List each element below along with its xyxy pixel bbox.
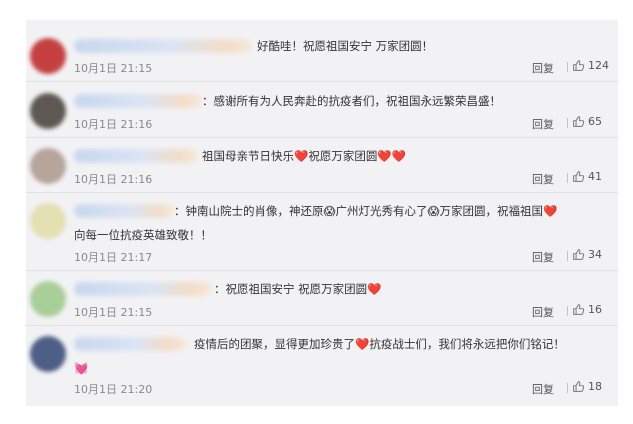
thumbs-up-icon (573, 381, 585, 392)
reply-button[interactable]: 回复 (532, 381, 554, 397)
like-count: 41 (588, 170, 602, 183)
avatar[interactable] (30, 281, 66, 317)
comment-time: 10月1日 21:15 (74, 62, 153, 75)
action-separator (567, 118, 568, 128)
action-separator (567, 306, 568, 316)
action-separator (567, 62, 568, 72)
like-button[interactable]: 41 (572, 170, 602, 183)
thumbs-up-icon (573, 249, 585, 260)
reply-button[interactable]: 回复 (532, 304, 554, 320)
comment-text: 祖国母亲节日快乐❤️祝愿万家团圆❤️❤️ (202, 149, 406, 163)
divider (26, 270, 618, 271)
like-count: 124 (588, 59, 609, 72)
divider (26, 325, 618, 326)
reply-button[interactable]: 回复 (532, 249, 554, 265)
comment-time: 10月1日 21:17 (74, 251, 153, 264)
comment-time: 10月1日 21:16 (74, 118, 153, 131)
avatar[interactable] (30, 93, 66, 129)
like-button[interactable]: 18 (572, 380, 602, 393)
comment-text-line2: 向每一位抗疫英雄致敬！！ (74, 228, 212, 242)
thumbs-up-icon (573, 116, 585, 127)
action-separator (567, 383, 568, 393)
like-count: 16 (588, 303, 602, 316)
like-button[interactable]: 34 (572, 248, 602, 261)
comment-text: 疫情后的团聚，显得更加珍贵了❤️抗疫战士们，我们将永远把你们铭记！ 💓 (74, 333, 602, 375)
avatar[interactable] (30, 148, 66, 184)
comment-text: ：祝愿祖国安宁 祝愿万家团圆❤️ (214, 282, 382, 296)
thumbs-up-icon (573, 171, 585, 182)
like-count: 65 (588, 115, 602, 128)
comment-text: ：感谢所有为人民奔赴的抗疫者们，祝祖国永远繁荣昌盛！ (202, 94, 501, 108)
thumbs-up-icon (573, 60, 585, 71)
avatar[interactable] (30, 38, 66, 74)
action-separator (567, 251, 568, 261)
reply-button[interactable]: 回复 (532, 116, 554, 132)
divider (26, 137, 618, 138)
comment-text-line2: 💓 (74, 361, 89, 375)
reply-button[interactable]: 回复 (532, 171, 554, 187)
avatar[interactable] (30, 336, 66, 372)
divider (26, 192, 618, 193)
thumbs-up-icon (573, 304, 585, 315)
like-button[interactable]: 16 (572, 303, 602, 316)
like-button[interactable]: 65 (572, 115, 602, 128)
like-button[interactable]: 124 (572, 59, 609, 72)
reply-button[interactable]: 回复 (532, 60, 554, 76)
comment-list: 好酷哇！祝愿祖国安宁 万家团圆！ 10月1日 21:15 回复 124 ：感谢所… (26, 20, 618, 406)
comment-text: ：钟南山院士的肖像，神还原😱广州灯光秀有心了😱万家团圆，祝福祖国❤️ 向每一位抗… (74, 200, 602, 242)
like-count: 18 (588, 380, 602, 393)
like-count: 34 (588, 248, 602, 261)
comment-time: 10月1日 21:16 (74, 173, 153, 186)
action-separator (567, 173, 568, 183)
comment-text: 好酷哇！祝愿祖国安宁 万家团圆！ (257, 39, 434, 53)
comment-time: 10月1日 21:20 (74, 383, 153, 396)
divider (26, 81, 618, 82)
avatar[interactable] (30, 203, 66, 239)
comment-time: 10月1日 21:15 (74, 306, 153, 319)
